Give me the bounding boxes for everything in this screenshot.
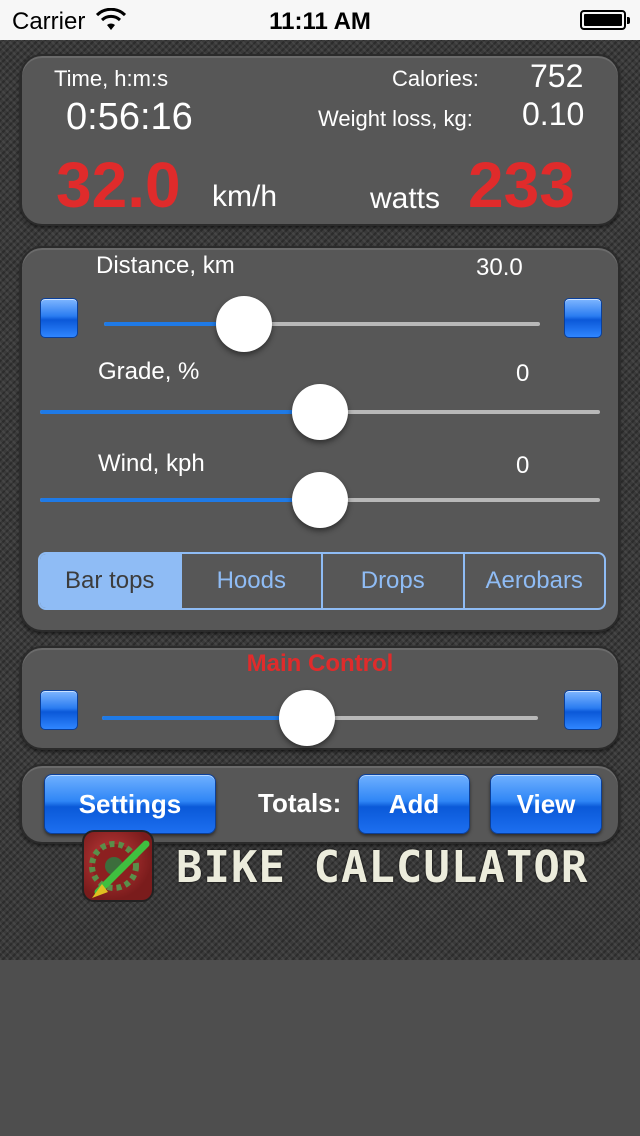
power-label: watts	[370, 182, 441, 215]
battery-icon	[580, 10, 630, 30]
distance-value: 30.0	[476, 254, 523, 281]
main-decrease-button[interactable]	[40, 690, 78, 730]
segment-drops[interactable]: Drops	[323, 554, 465, 608]
time-label: Time, h:m:s	[54, 66, 169, 91]
grade-slider-fill	[40, 410, 320, 414]
stats-panel: Time, h:m:s 0:56:16 Calories: 752 Weight…	[20, 54, 620, 226]
calories-value: 752	[530, 58, 584, 94]
distance-decrease-button[interactable]	[40, 298, 78, 338]
clock: 11:11 AM	[269, 8, 371, 35]
grade-label: Grade, %	[98, 358, 200, 385]
time-value: 0:56:16	[66, 96, 193, 138]
wind-slider[interactable]	[40, 472, 600, 528]
app-logo-text: BIKE CALCULATOR	[176, 842, 589, 893]
settings-button[interactable]: Settings	[44, 774, 216, 834]
calories-label: Calories:	[392, 66, 479, 91]
bike-gear-icon	[82, 830, 154, 902]
main-control-label: Main Control	[246, 650, 394, 677]
controls-panel: Distance, km 30.0 Grade, % 0 Wind, kph 0…	[20, 246, 620, 632]
weight-loss-value: 0.10	[522, 96, 585, 132]
wind-slider-thumb[interactable]	[292, 472, 348, 528]
wind-value: 0	[516, 452, 530, 479]
distance-slider-thumb[interactable]	[215, 296, 272, 352]
power-value: 233	[468, 149, 575, 221]
distance-increase-button[interactable]	[564, 298, 602, 338]
main-control-slider-fill	[102, 716, 307, 720]
hand-position-segmented-control[interactable]: Bar tops Hoods Drops Aerobars	[38, 552, 606, 610]
main-control-slider[interactable]	[102, 690, 538, 746]
main-control-slider-thumb[interactable]	[278, 690, 335, 746]
status-bar: Carrier 11:11 AM	[0, 0, 640, 40]
segment-hoods[interactable]: Hoods	[182, 554, 323, 608]
distance-label: Distance, km	[96, 252, 235, 279]
grade-value: 0	[516, 360, 530, 387]
wind-slider-fill	[40, 498, 320, 502]
totals-label: Totals:	[258, 788, 342, 818]
grade-slider[interactable]	[40, 384, 600, 440]
add-button[interactable]: Add	[358, 774, 470, 834]
main-control-panel: Main Control	[20, 646, 620, 750]
main-increase-button[interactable]	[564, 690, 602, 730]
distance-slider[interactable]	[104, 296, 540, 352]
view-button[interactable]: View	[490, 774, 602, 834]
segment-bar-tops[interactable]: Bar tops	[40, 554, 182, 608]
grade-slider-thumb[interactable]	[292, 384, 348, 440]
weight-loss-label: Weight loss, kg:	[318, 106, 473, 131]
speed-value: 32.0	[56, 149, 181, 221]
speed-unit: km/h	[212, 180, 278, 213]
wind-label: Wind, kph	[98, 450, 205, 477]
segment-aerobars[interactable]: Aerobars	[465, 554, 605, 608]
